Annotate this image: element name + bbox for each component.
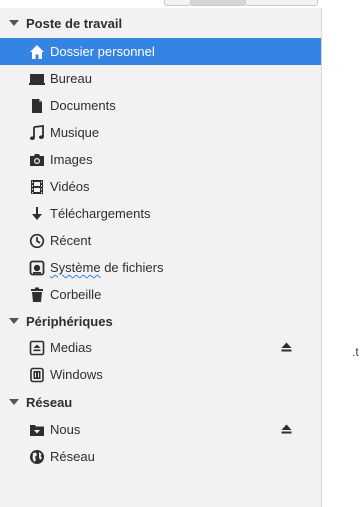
document-icon [29,98,45,114]
section-header-devices[interactable]: Périphériques [0,308,322,334]
sidebar-item-videos[interactable]: Vidéos [0,173,321,200]
clock-icon [29,233,45,249]
sidebar-item-images[interactable]: Images [0,146,321,173]
eject-icon[interactable] [279,340,293,354]
sidebar-item-filesystem[interactable]: Système de fichiers [0,254,321,281]
sidebar-item-label: Système de fichiers [50,260,164,275]
sidebar-item-label: Nous [50,422,81,437]
drive-icon [29,260,45,276]
file-name-partial: .t [352,345,359,359]
sidebar-item-label: Windows [50,367,103,382]
toolbar-button[interactable] [164,0,191,6]
sidebar-item-music[interactable]: Musique [0,119,321,146]
section-header-computer[interactable]: Poste de travail [0,10,322,36]
chevron-down-icon [9,317,19,325]
section-title: Réseau [26,394,73,410]
download-icon [29,206,45,222]
sidebar-item-nous[interactable]: Nous [0,416,321,443]
removable-drive-icon [29,340,45,356]
section-title: Périphériques [26,313,113,329]
sidebar-item-downloads[interactable]: Téléchargements [0,200,321,227]
section-title: Poste de travail [26,15,123,31]
sidebar-item-windows[interactable]: Windows [0,361,321,388]
globe-icon [29,449,45,465]
section-header-network[interactable]: Réseau [0,389,322,415]
sidebar-item-label: Corbeille [50,287,102,302]
sidebar-item-label: Réseau [50,449,95,464]
film-icon [29,179,45,195]
toolbar-button-active[interactable] [190,0,246,6]
sidebar-item-label: Vidéos [50,179,90,194]
sidebar-item-home[interactable]: Dossier personnel [0,38,321,65]
sidebar: Poste de travail Dossier personnel Burea… [0,8,322,507]
sidebar-item-recent[interactable]: Récent [0,227,321,254]
trash-icon [29,287,45,303]
toolbar-partial [0,0,361,8]
network-share-icon [29,422,45,438]
sidebar-item-trash[interactable]: Corbeille [0,281,321,308]
sidebar-item-medias[interactable]: Medias [0,334,321,361]
music-icon [29,124,45,141]
chevron-down-icon [9,19,19,27]
sidebar-item-label: Images [50,152,93,167]
toolbar-button[interactable] [245,0,318,6]
chevron-down-icon [9,398,19,406]
sidebar-item-label: Téléchargements [50,206,151,221]
sidebar-item-label: Documents [50,98,116,113]
sidebar-item-label: Musique [50,125,100,140]
harddisk-icon [29,367,45,383]
sidebar-item-label: Bureau [50,71,92,86]
desktop-icon [29,71,45,87]
eject-icon[interactable] [279,422,293,436]
sidebar-item-label: Medias [50,340,92,355]
sidebar-item-label: Récent [50,233,92,248]
home-icon [29,44,45,60]
camera-icon [29,152,45,168]
sidebar-item-network[interactable]: Réseau [0,443,321,470]
sidebar-item-documents[interactable]: Documents [0,92,321,119]
sidebar-item-desktop[interactable]: Bureau [0,65,321,92]
sidebar-item-label: Dossier personnel [50,44,155,59]
